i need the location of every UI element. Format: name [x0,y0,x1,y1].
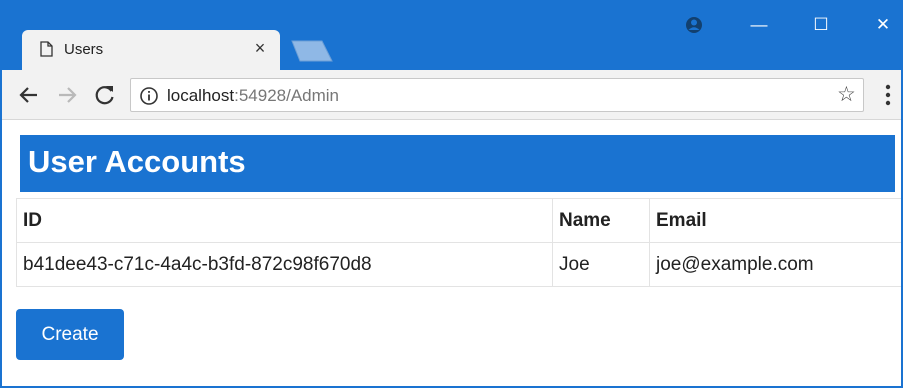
url-text[interactable]: localhost:54928/Admin [167,86,339,106]
address-bar[interactable]: localhost:54928/Admin ☆ [130,78,864,112]
user-name-cell: Joe [552,242,650,287]
maximize-button[interactable]: ☐ [804,10,838,40]
user-email-cell: joe@example.com [649,242,901,287]
user-id-cell: b41dee43-c71c-4a4c-b3fd-872c98f670d8 [16,242,553,287]
kebab-menu-icon[interactable] [878,82,898,108]
star-icon[interactable]: ☆ [837,84,859,106]
create-button[interactable]: Create [16,309,124,360]
title-bar: Users × — ☐ ✕ [2,0,901,70]
column-header-name: Name [552,198,650,243]
minimize-button[interactable]: — [742,10,776,40]
column-header-id: ID [16,198,553,243]
info-icon[interactable] [139,86,159,106]
forward-arrow-icon[interactable] [52,80,82,110]
page-header: User Accounts [20,135,895,192]
tab-close-icon[interactable]: × [250,38,270,58]
url-path: :54928/Admin [234,86,340,105]
users-table: ID Name Email b41dee43-c71c-4a4c-b3fd-87… [16,198,901,287]
tab-title: Users [64,41,104,58]
browser-window: Users × — ☐ ✕ localhost:54928/Admin ☆ Us… [0,0,903,388]
back-arrow-icon[interactable] [14,80,44,110]
table-row: b41dee43-c71c-4a4c-b3fd-872c98f670d8 Joe… [16,242,901,287]
page-content: User Accounts ID Name Email b41dee43-c71… [2,121,901,386]
table-header-row: ID Name Email [16,198,901,243]
reload-icon[interactable] [90,80,120,110]
profile-icon[interactable] [678,10,712,40]
tab-users[interactable]: Users × [22,30,280,70]
url-host: localhost [167,86,235,105]
browser-toolbar: localhost:54928/Admin ☆ [2,70,901,120]
page-icon [40,41,53,57]
close-window-button[interactable]: ✕ [866,10,900,40]
column-header-email: Email [649,198,901,243]
new-tab-button[interactable] [290,40,334,62]
page-title: User Accounts [28,144,246,179]
